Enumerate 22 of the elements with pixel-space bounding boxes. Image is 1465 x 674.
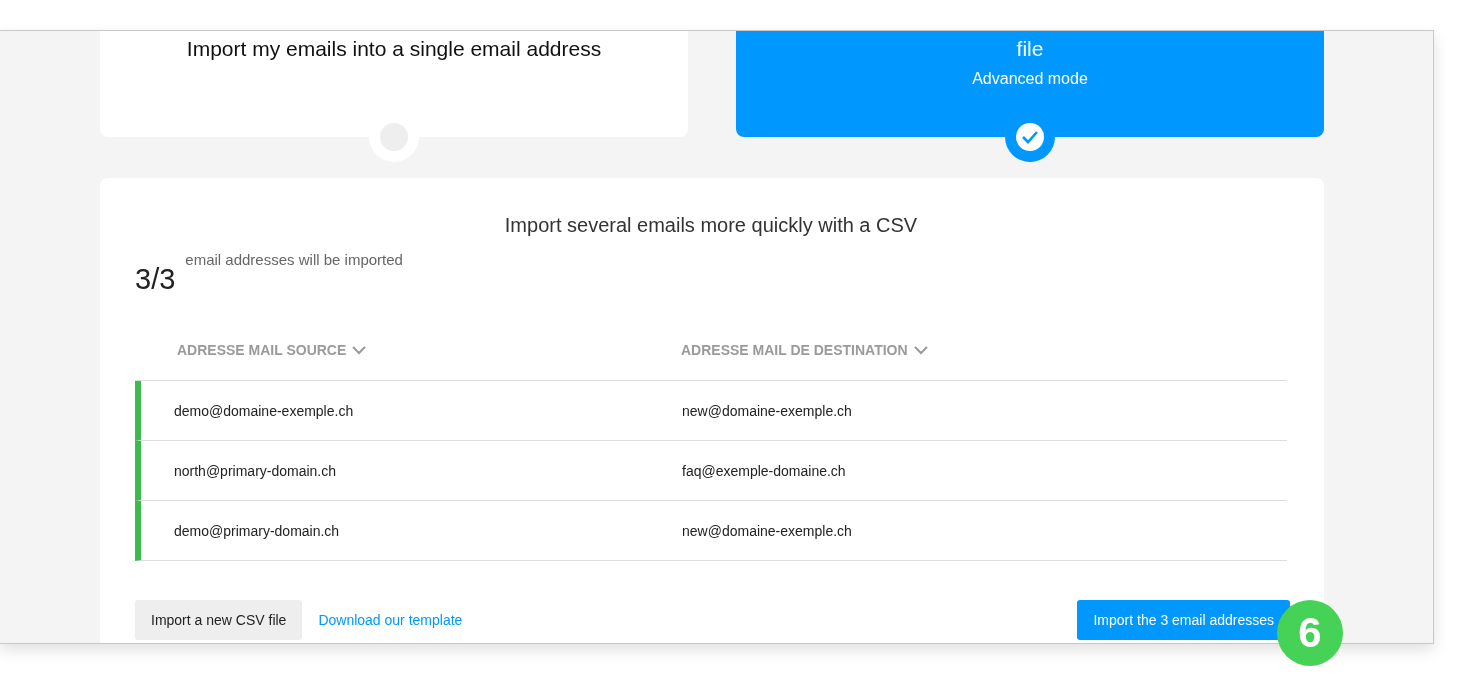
mode-subtitle: Advanced mode [972,70,1088,88]
column-header[interactable]: ADRESSE MAIL SOURCE [177,342,347,358]
table-cell-text: new@domaine-exemple.ch [682,402,853,419]
step-badge: 6 [1277,600,1343,666]
chevron-down-icon[interactable] [352,345,367,355]
table-cell-text: demo@domaine-exemple.ch [174,402,355,419]
panel-heading: Import several emails more quickly with a CSV [503,214,919,237]
table-cell-text: new@domaine-exemple.ch [682,522,853,539]
count-label: email addresses will be imported [185,251,403,268]
table-cell-text: faq@exemple-domaine.ch [682,462,847,479]
table-cell-text: north@primary-domain.ch [174,462,338,479]
column-header[interactable]: ADRESSE MAIL DE DESTINATION [681,342,908,358]
mode-title: Import my emails into a single email address [185,36,603,62]
import-csv-button[interactable]: Import a new CSV file [135,600,303,640]
mode-card[interactable]: file Advanced mode [736,31,1324,137]
import-count: 3/3 [135,263,176,296]
import-button[interactable]: Import the 3 email addresses [1077,600,1290,640]
table-cell-text: demo@primary-domain.ch [174,522,341,539]
template-link[interactable]: Download our template [318,612,463,628]
chevron-down-icon[interactable] [913,345,928,355]
mode-title: file [1015,36,1045,62]
mode-card[interactable]: Import my emails into a single email address [100,31,688,137]
